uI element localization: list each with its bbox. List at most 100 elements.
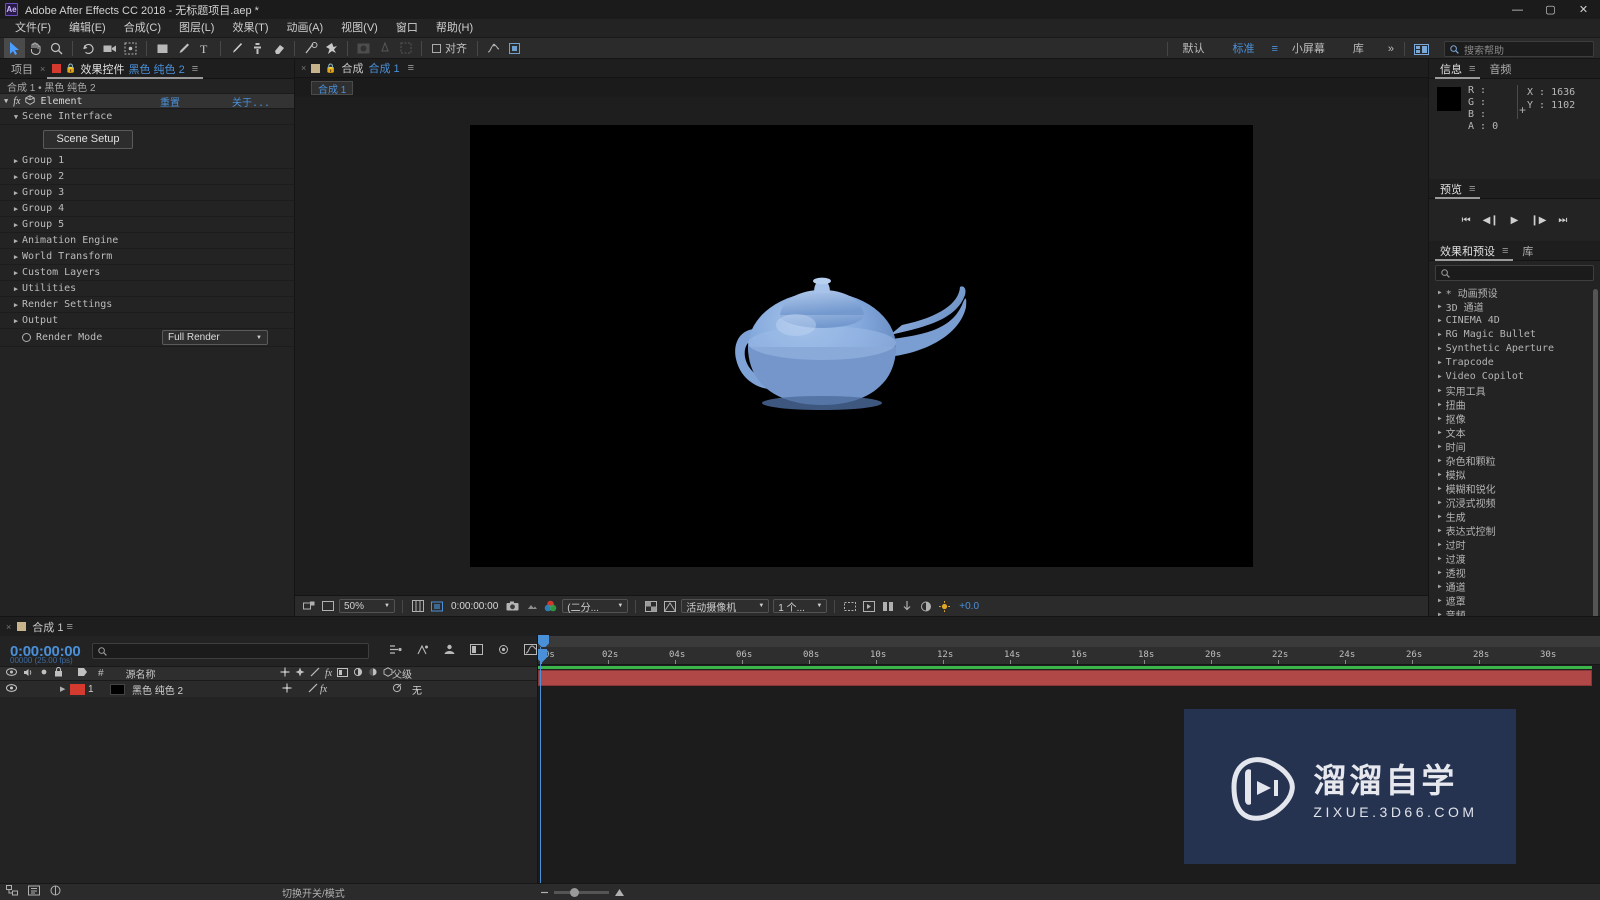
layer-visibility-icon[interactable]	[6, 683, 17, 695]
list-item[interactable]: ▶ 表达式控制	[1429, 523, 1600, 538]
zoom-slider-thumb[interactable]	[570, 887, 579, 897]
camera-select[interactable]: 活动摄像机 ▼	[681, 599, 770, 614]
quality-icon[interactable]	[310, 667, 320, 680]
list-item[interactable]: ▶ 通道	[1429, 579, 1600, 594]
workspace-overflow-chevron[interactable]: »	[1378, 38, 1404, 60]
list-item[interactable]: ▶ 遮罩	[1429, 593, 1600, 608]
align-toggle[interactable]: 对齐	[427, 40, 472, 56]
effects-fx-icon[interactable]: fx	[325, 668, 332, 679]
disclosure-triangle-icon[interactable]: ▶	[1438, 331, 1442, 338]
panel-menu-icon[interactable]: ≡	[192, 63, 198, 75]
solo-icon[interactable]	[40, 668, 48, 679]
comp-flowchart-icon[interactable]	[301, 599, 316, 614]
search-help-input[interactable]: 搜索帮助	[1444, 41, 1594, 57]
list-item[interactable]: ▶ 杂色和颗粒	[1429, 453, 1600, 468]
brainstorm-icon[interactable]	[50, 885, 61, 899]
disclosure-triangle-icon[interactable]: ▶	[1438, 457, 1442, 464]
menu-effect[interactable]: 效果(T)	[223, 19, 277, 37]
layer-quality-toggle[interactable]	[308, 683, 318, 696]
maximize-button[interactable]: ▢	[1534, 0, 1567, 19]
world-transform-row[interactable]: ▶ World Transform	[0, 249, 294, 265]
menu-help[interactable]: 帮助(H)	[427, 19, 482, 37]
panel-menu-icon[interactable]: ≡	[1502, 245, 1508, 257]
clone-stamp-tool-icon[interactable]	[247, 38, 268, 58]
graph-editor-icon[interactable]	[524, 644, 537, 658]
label-color-icon[interactable]	[77, 667, 88, 680]
disclosure-triangle-icon[interactable]: ▶	[1438, 303, 1442, 310]
workspace-small-screen[interactable]: 小屏幕	[1278, 38, 1339, 60]
scene-setup-button[interactable]: Scene Setup	[43, 129, 133, 149]
table-row[interactable]: ▶ 1 黑色 纯色 2 fx 无	[0, 681, 537, 697]
exposure-value[interactable]: +0.0	[956, 601, 982, 612]
parent-pickwhip-icon[interactable]	[392, 683, 402, 696]
grid-guides-icon[interactable]	[410, 599, 425, 614]
menu-window[interactable]: 窗口	[387, 19, 427, 37]
disclosure-triangle-icon[interactable]: ▼	[10, 113, 22, 121]
list-item[interactable]: ▶ 扭曲	[1429, 397, 1600, 412]
layer-label-color[interactable]	[70, 683, 85, 695]
list-item[interactable]: ▶ 文本	[1429, 425, 1600, 440]
sync-settings-icon[interactable]	[1411, 39, 1432, 59]
disclosure-triangle-icon[interactable]: ▶	[10, 221, 22, 229]
disclosure-triangle-icon[interactable]: ▶	[1438, 499, 1442, 506]
prev-frame-button[interactable]: ◀❙	[1483, 215, 1499, 226]
pen-tool-icon[interactable]	[173, 38, 194, 58]
list-item[interactable]: ▶ 沉浸式视频	[1429, 495, 1600, 510]
disclosure-triangle-icon[interactable]: ▶	[1438, 359, 1442, 366]
3d-view-icon[interactable]	[662, 599, 677, 614]
switch-modes-label[interactable]: 切换开关/模式	[282, 885, 345, 900]
list-item[interactable]: ▶ 实用工具	[1429, 383, 1600, 398]
disclosure-triangle-icon[interactable]: ▶	[1438, 345, 1442, 352]
panel-menu-icon[interactable]: ≡	[66, 621, 72, 633]
camera-tool-icon[interactable]	[99, 38, 120, 58]
eye-icon[interactable]	[6, 668, 17, 679]
close-icon[interactable]: ×	[301, 63, 306, 73]
disclosure-triangle-icon[interactable]: ▶	[1438, 317, 1442, 324]
collapse-transform-icon[interactable]	[295, 667, 305, 680]
menu-view[interactable]: 视图(V)	[332, 19, 387, 37]
color-management-icon[interactable]	[918, 599, 933, 614]
close-icon[interactable]: ×	[6, 622, 11, 632]
list-item[interactable]: ▶ 时间	[1429, 439, 1600, 454]
list-item[interactable]: ▶ RG Magic Bullet	[1429, 327, 1600, 341]
roto-brush-tool-icon[interactable]	[300, 38, 321, 58]
motion-blur-icon[interactable]	[353, 667, 363, 680]
minimize-button[interactable]: —	[1501, 0, 1534, 19]
tab-effects-presets[interactable]: 效果和预设 ≡	[1433, 241, 1515, 261]
custom-layers-row[interactable]: ▶ Custom Layers	[0, 265, 294, 281]
disclosure-triangle-icon[interactable]: ▶	[10, 317, 22, 325]
tab-info[interactable]: 信息 ≡	[1433, 59, 1482, 79]
resolution-select[interactable]: (二分... ▼	[562, 599, 629, 614]
disclosure-triangle-icon[interactable]: ▶	[1438, 373, 1442, 380]
disclosure-triangle-icon[interactable]: ▶	[1438, 541, 1442, 548]
render-mode-dropdown[interactable]: Full Render ▼	[162, 330, 268, 345]
menu-animation[interactable]: 动画(A)	[278, 19, 333, 37]
tab-library[interactable]: 库	[1515, 241, 1540, 261]
disclosure-triangle-icon[interactable]: ▶	[1438, 415, 1442, 422]
reset-button[interactable]: 重置	[160, 94, 180, 109]
workspace-standard[interactable]: 标准	[1218, 38, 1268, 60]
tab-project[interactable]: 项目	[4, 59, 40, 79]
effects-presets-list[interactable]: ▶ * 动画预设 ▶ 3D 通道 ▶ CINEMA 4D ▶ RG Magic Bull…	[1429, 285, 1600, 616]
effects-list-scrollbar[interactable]	[1593, 289, 1598, 616]
disclosure-triangle-icon[interactable]: ▶	[1438, 387, 1442, 394]
disclosure-triangle-icon[interactable]: ▶	[1438, 597, 1442, 604]
timeline-work-area-bar[interactable]	[538, 635, 1600, 649]
brush-tool-icon[interactable]	[226, 38, 247, 58]
parent-value[interactable]: 无	[412, 682, 422, 697]
shape-tool-icon[interactable]	[152, 38, 173, 58]
disclosure-triangle-icon[interactable]: ▶	[1438, 443, 1442, 450]
timeline-link-icon[interactable]	[880, 599, 895, 614]
mask-icon[interactable]	[353, 38, 374, 58]
group-row[interactable]: ▶ Group 1	[0, 153, 294, 169]
snapping-icon[interactable]	[395, 38, 416, 58]
snapshot-camera-icon[interactable]	[505, 599, 520, 614]
tab-audio[interactable]: 音频	[1482, 59, 1518, 79]
disclosure-triangle-icon[interactable]: ▶	[1438, 471, 1442, 478]
next-frame-button[interactable]: ❙▶	[1530, 215, 1546, 226]
always-preview-icon[interactable]	[320, 599, 335, 614]
list-item[interactable]: ▶ Trapcode	[1429, 355, 1600, 369]
viewer-timecode[interactable]: 0:00:00:00	[448, 601, 501, 612]
first-frame-button[interactable]: ⏮	[1462, 215, 1471, 226]
disclosure-triangle-icon[interactable]: ▶	[10, 173, 22, 181]
